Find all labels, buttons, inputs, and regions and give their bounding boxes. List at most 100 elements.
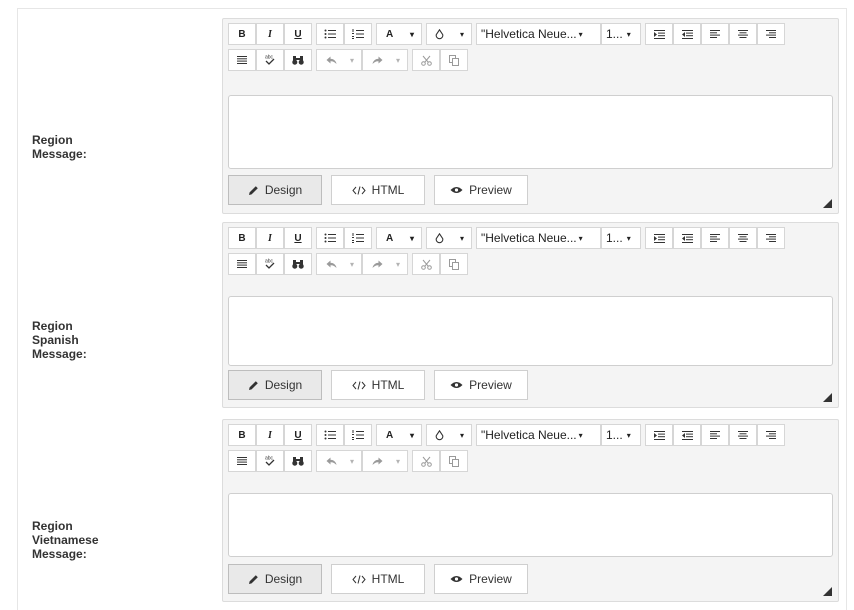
highlight-color-button[interactable]: ▾ [426,424,472,446]
design-mode-button[interactable]: Design [228,564,322,594]
numbered-list-icon [352,233,364,243]
bullet-list-button[interactable] [316,23,344,45]
outdent-icon [681,430,693,440]
indent-button[interactable] [645,23,673,45]
italic-button[interactable]: I [256,227,284,249]
align-center-button[interactable] [729,424,757,446]
html-mode-button[interactable]: HTML [331,370,425,400]
font-size-select[interactable]: 1... ▾ [601,23,641,45]
preview-mode-button[interactable]: Preview [434,564,528,594]
html-mode-button[interactable]: HTML [331,175,425,205]
align-right-button[interactable] [757,227,785,249]
copy-button[interactable] [440,450,468,472]
underline-button[interactable]: U [284,424,312,446]
justify-button[interactable] [228,450,256,472]
bold-button[interactable]: B [228,23,256,45]
indent-button[interactable] [645,424,673,446]
align-right-button[interactable] [757,424,785,446]
indent-button[interactable] [645,227,673,249]
undo-button[interactable]: ▾ [316,49,362,71]
redo-button[interactable]: ▾ [362,253,408,275]
chevron-down-icon: ▾ [350,56,355,65]
bold-button[interactable]: B [228,424,256,446]
font-name-value: "Helvetica Neue... [481,27,577,41]
highlight-color-button[interactable]: ▾ [426,227,472,249]
chevron-down-icon: ▾ [578,29,583,39]
chevron-down-icon: ▾ [396,457,401,466]
cut-button[interactable] [412,253,440,275]
align-left-button[interactable] [701,424,729,446]
numbered-list-button[interactable] [344,424,372,446]
redo-button[interactable]: ▾ [362,450,408,472]
font-color-button[interactable]: A ▾ [376,424,422,446]
redo-icon [372,56,383,64]
undo-button[interactable]: ▾ [316,253,362,275]
copy-button[interactable] [440,49,468,71]
undo-button[interactable]: ▾ [316,450,362,472]
code-icon [351,574,366,584]
design-mode-button[interactable]: Design [228,370,322,400]
font-color-button[interactable]: A ▾ [376,23,422,45]
font-name-select[interactable]: "Helvetica Neue... ▾ [476,227,601,249]
italic-button[interactable]: I [256,23,284,45]
bold-glyph: B [238,429,246,441]
find-button[interactable] [284,49,312,71]
cut-button[interactable] [412,450,440,472]
underline-button[interactable]: U [284,227,312,249]
justify-button[interactable] [228,49,256,71]
numbered-list-button[interactable] [344,23,372,45]
justify-button[interactable] [228,253,256,275]
align-left-button[interactable] [701,23,729,45]
resize-handle-icon[interactable] [823,587,832,596]
bold-button[interactable]: B [228,227,256,249]
cut-button[interactable] [412,49,440,71]
bullet-list-button[interactable] [316,424,344,446]
resize-handle-icon[interactable] [823,393,832,402]
spellcheck-button[interactable]: abc [256,253,284,275]
copy-button[interactable] [440,253,468,275]
content-editable-area[interactable] [228,95,833,169]
find-button[interactable] [284,253,312,275]
font-size-select[interactable]: 1... ▾ [601,227,641,249]
html-mode-button[interactable]: HTML [331,564,425,594]
outdent-button[interactable] [673,23,701,45]
pencil-icon [248,380,258,390]
font-name-select[interactable]: "Helvetica Neue... ▾ [476,424,601,446]
preview-mode-button[interactable]: Preview [434,175,528,205]
align-right-button[interactable] [757,23,785,45]
align-center-button[interactable] [729,227,757,249]
outdent-button[interactable] [673,424,701,446]
bullet-list-icon [324,233,336,243]
redo-button[interactable]: ▾ [362,49,408,71]
align-center-button[interactable] [729,23,757,45]
align-center-icon [738,431,748,439]
numbered-list-button[interactable] [344,227,372,249]
content-editable-area[interactable] [228,493,833,557]
font-name-select[interactable]: "Helvetica Neue... ▾ [476,23,601,45]
chevron-down-icon: ▾ [350,457,355,466]
find-button[interactable] [284,450,312,472]
design-mode-button[interactable]: Design [228,175,322,205]
italic-button[interactable]: I [256,424,284,446]
redo-icon [372,260,383,268]
font-size-select[interactable]: 1... ▾ [601,424,641,446]
preview-mode-button[interactable]: Preview [434,370,528,400]
highlight-color-button[interactable]: ▾ [426,23,472,45]
bullet-list-button[interactable] [316,227,344,249]
chevron-down-icon: ▾ [460,30,465,39]
resize-handle-icon[interactable] [823,199,832,208]
font-color-glyph: A [386,232,394,244]
bullet-list-icon [324,29,336,39]
spellcheck-button[interactable]: abc [256,49,284,71]
chevron-down-icon: ▾ [578,430,583,440]
underline-button[interactable]: U [284,23,312,45]
outdent-icon [681,233,693,243]
font-color-button[interactable]: A ▾ [376,227,422,249]
outdent-button[interactable] [673,227,701,249]
spellcheck-button[interactable]: abc [256,450,284,472]
justify-icon [237,260,247,268]
svg-text:abc: abc [265,259,274,265]
code-icon [351,185,366,195]
align-left-button[interactable] [701,227,729,249]
content-editable-area[interactable] [228,296,833,366]
